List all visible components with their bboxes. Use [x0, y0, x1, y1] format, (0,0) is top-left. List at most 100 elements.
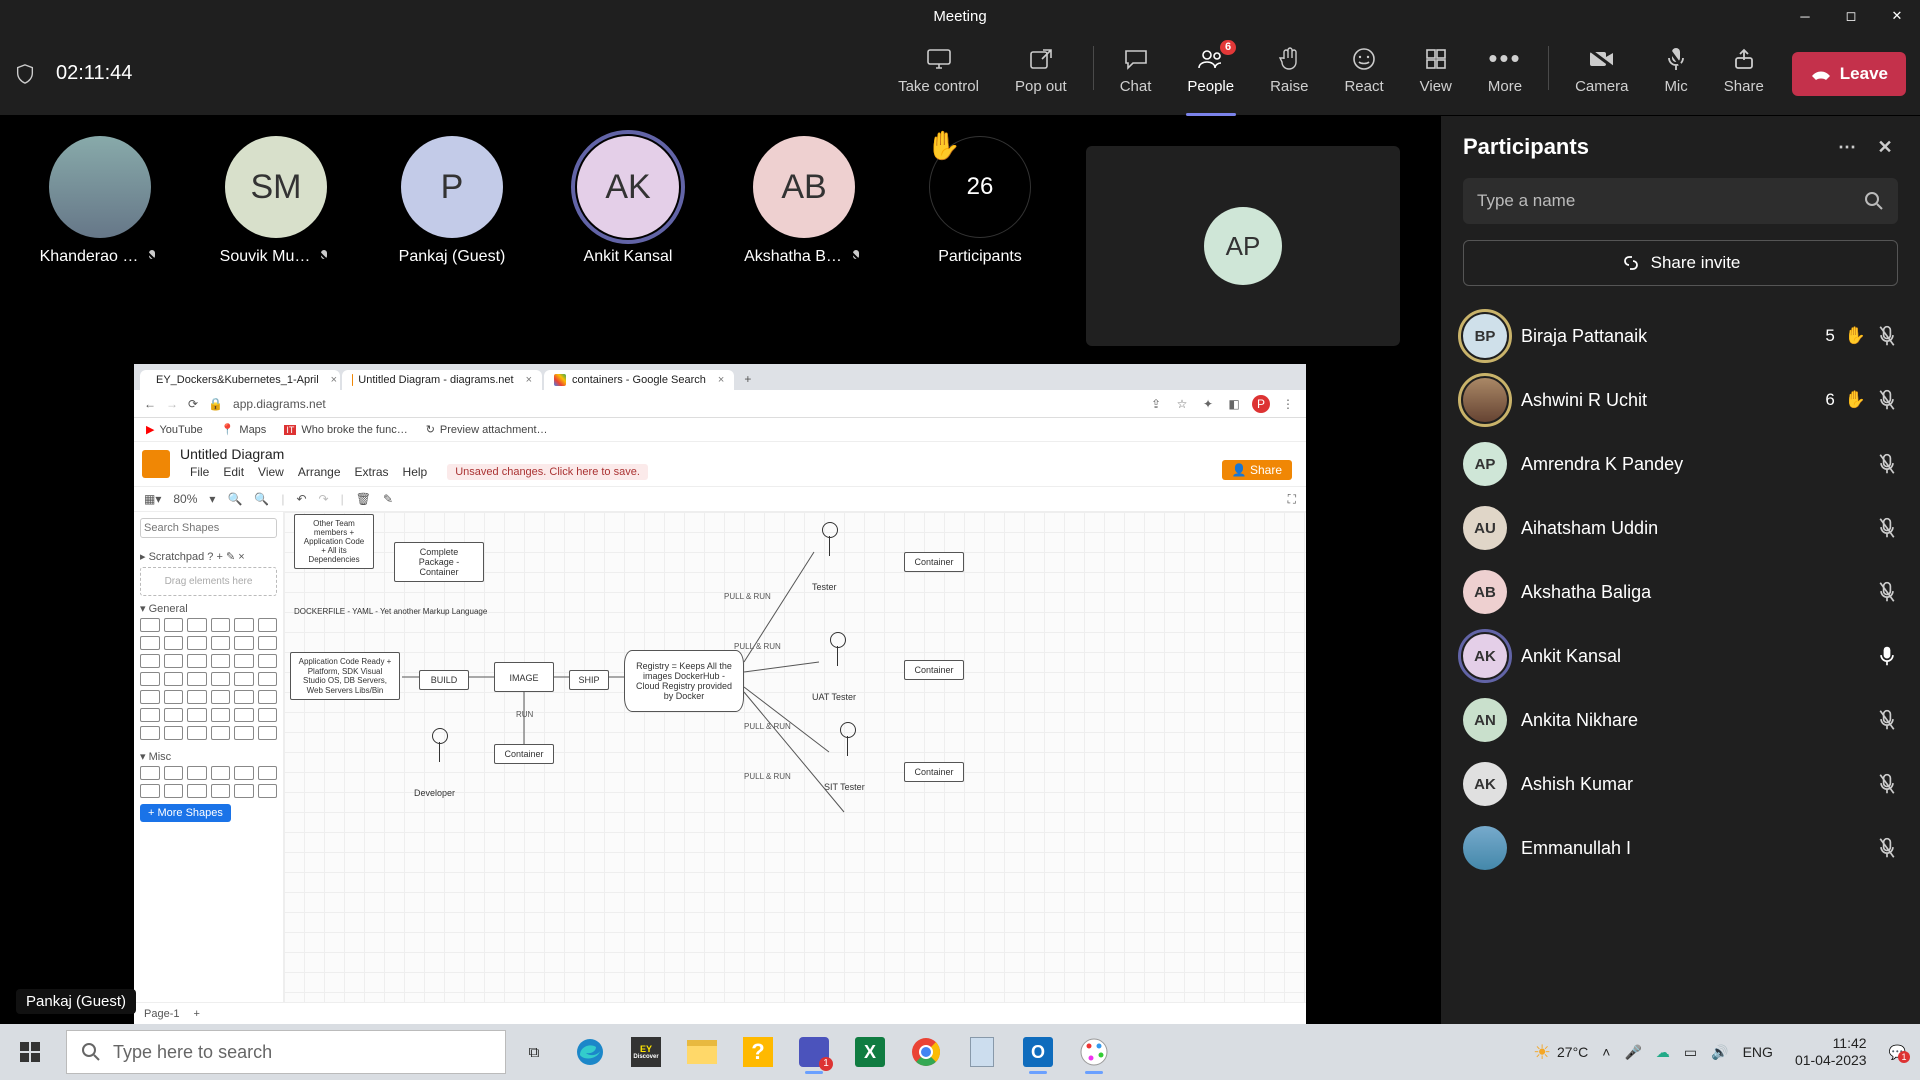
bookmark[interactable]: ITWho broke the func…	[284, 424, 407, 436]
page-tab[interactable]: Page-1	[144, 1008, 179, 1020]
notifications-button[interactable]: 💬1	[1889, 1044, 1906, 1061]
more-shapes-button[interactable]: + More Shapes	[140, 804, 231, 822]
diagram-title[interactable]: Untitled Diagram	[180, 446, 658, 462]
redo-icon[interactable]: ↷	[319, 492, 329, 506]
shape-palette[interactable]	[140, 766, 277, 798]
raise-hand-button[interactable]: Raise	[1252, 42, 1326, 106]
stick-figure-icon[interactable]	[822, 632, 852, 688]
star-icon[interactable]: ☆	[1174, 397, 1190, 411]
ey-app[interactable]: EYDiscover	[620, 1028, 672, 1076]
browser-tab[interactable]: containers - Google Search×	[544, 370, 734, 390]
menu-view[interactable]: View	[258, 465, 284, 479]
taskbar-search[interactable]: Type here to search	[66, 1030, 506, 1074]
diagram-node[interactable]: Container	[494, 744, 554, 764]
add-page-button[interactable]: +	[193, 1008, 199, 1020]
outlook-app[interactable]: O	[1012, 1028, 1064, 1076]
mic-off-icon[interactable]	[1876, 389, 1898, 411]
mic-off-icon[interactable]	[1876, 453, 1898, 475]
take-control-button[interactable]: Take control	[880, 42, 997, 106]
mic-off-icon[interactable]	[1876, 517, 1898, 539]
zoom-level[interactable]: 80%	[173, 492, 197, 506]
participant-bubble[interactable]: AK Ankit Kansal	[558, 136, 698, 266]
menu-help[interactable]: Help	[403, 465, 428, 479]
diagram-node[interactable]: Complete Package - Container	[394, 542, 484, 582]
diagram-node[interactable]: IMAGE	[494, 662, 554, 692]
diagram-share-button[interactable]: 👤 Share	[1222, 460, 1292, 480]
people-button[interactable]: 6 People	[1169, 42, 1252, 106]
menu-arrange[interactable]: Arrange	[298, 465, 341, 479]
participant-row[interactable]: AB Akshatha Baliga	[1455, 560, 1906, 624]
paint-app[interactable]	[1068, 1028, 1120, 1076]
unsaved-warning[interactable]: Unsaved changes. Click here to save.	[447, 464, 648, 480]
mic-button[interactable]: Mic	[1646, 42, 1705, 106]
search-shapes-input[interactable]	[140, 518, 277, 538]
mic-off-icon[interactable]	[1876, 325, 1898, 347]
diagram-node[interactable]: Container	[904, 660, 964, 680]
language-indicator[interactable]: ENG	[1743, 1044, 1773, 1060]
notepad-app[interactable]	[956, 1028, 1008, 1076]
browser-tab[interactable]: Untitled Diagram - diagrams.net×	[342, 370, 542, 390]
menu-file[interactable]: File	[190, 465, 209, 479]
onedrive-icon[interactable]: ☁	[1656, 1044, 1670, 1061]
diagram-node[interactable]: BUILD	[419, 670, 469, 690]
participant-search-input[interactable]: Type a name	[1463, 178, 1898, 224]
panel-more-icon[interactable]: ⋯	[1834, 137, 1860, 158]
tool-icon[interactable]: ▦▾	[144, 492, 161, 506]
undo-icon[interactable]: ↶	[296, 492, 306, 506]
diagram-cylinder[interactable]: Registry = Keeps All the images DockerHu…	[624, 650, 744, 712]
profile-icon[interactable]: P	[1252, 395, 1270, 413]
diagram-canvas[interactable]: Other Team members + Application Code + …	[284, 512, 1306, 1002]
mic-off-icon[interactable]	[1876, 837, 1898, 859]
new-tab-button[interactable]: +	[736, 368, 759, 390]
diagram-node[interactable]: Container	[904, 762, 964, 782]
camera-button[interactable]: Camera	[1557, 42, 1646, 106]
participant-row[interactable]: AP Amrendra K Pandey	[1455, 432, 1906, 496]
shape-palette[interactable]	[140, 618, 277, 740]
participant-row[interactable]: BP Biraja Pattanaik 5✋	[1455, 304, 1906, 368]
participant-row[interactable]: AK Ankit Kansal	[1455, 624, 1906, 688]
mic-off-icon[interactable]	[1876, 581, 1898, 603]
participant-row[interactable]: Emmanullah I	[1455, 816, 1906, 880]
url-text[interactable]: app.diagrams.net	[233, 397, 1138, 411]
task-view-button[interactable]: ⧉	[512, 1044, 556, 1061]
participant-row[interactable]: AN Ankita Nikhare	[1455, 688, 1906, 752]
bookmark[interactable]: ↻Preview attachment…	[426, 423, 548, 436]
stick-figure-icon[interactable]	[814, 522, 844, 578]
pop-out-button[interactable]: Pop out	[997, 42, 1085, 106]
menu-icon[interactable]: ⋮	[1280, 397, 1296, 411]
maximize-button[interactable]: ◻	[1828, 0, 1874, 32]
zoom-in-icon[interactable]: 🔍	[254, 492, 269, 506]
extension-icon[interactable]: ✦	[1200, 397, 1216, 411]
participant-bubble[interactable]: P Pankaj (Guest)	[382, 136, 522, 266]
panel-close-icon[interactable]: ✕	[1872, 137, 1898, 158]
tray-chevron-icon[interactable]: ˄	[1602, 1044, 1610, 1060]
browser-tab[interactable]: EY_Dockers&Kubernetes_1-April×	[140, 370, 340, 390]
tab-close-icon[interactable]: ×	[718, 374, 724, 386]
stick-figure-icon[interactable]	[832, 722, 862, 778]
scratchpad[interactable]: Drag elements here	[140, 567, 277, 596]
minimize-button[interactable]: ─	[1782, 0, 1828, 32]
nav-back-icon[interactable]: ←	[144, 397, 156, 411]
volume-icon[interactable]: 🔊	[1711, 1044, 1728, 1061]
react-button[interactable]: React	[1326, 42, 1401, 106]
help-app[interactable]: ?	[732, 1028, 784, 1076]
chrome-app[interactable]	[900, 1028, 952, 1076]
nav-forward-icon[interactable]: →	[166, 397, 178, 411]
zoom-out-icon[interactable]: 🔍	[227, 492, 242, 506]
reload-icon[interactable]: ⟳	[188, 397, 198, 411]
share-icon[interactable]: ⇪	[1148, 397, 1164, 411]
participant-row[interactable]: Ashwini R Uchit 6✋	[1455, 368, 1906, 432]
menu-edit[interactable]: Edit	[223, 465, 244, 479]
share-button[interactable]: Share	[1706, 42, 1782, 106]
participant-bubble[interactable]: SM Souvik Mu…	[206, 136, 346, 266]
overflow-participants[interactable]: ✋26 Participants	[910, 136, 1050, 266]
explorer-app[interactable]	[676, 1028, 728, 1076]
participant-row[interactable]: AK Ashish Kumar	[1455, 752, 1906, 816]
stick-figure-icon[interactable]	[424, 728, 454, 784]
participant-row[interactable]: AU Aihatsham Uddin	[1455, 496, 1906, 560]
mic-on-icon[interactable]	[1876, 645, 1898, 667]
diagram-text[interactable]: DOCKERFILE - YAML - Yet another Markup L…	[294, 607, 404, 616]
edge-app[interactable]	[564, 1028, 616, 1076]
diagram-node[interactable]: Container	[904, 552, 964, 572]
menu-extras[interactable]: Extras	[355, 465, 389, 479]
